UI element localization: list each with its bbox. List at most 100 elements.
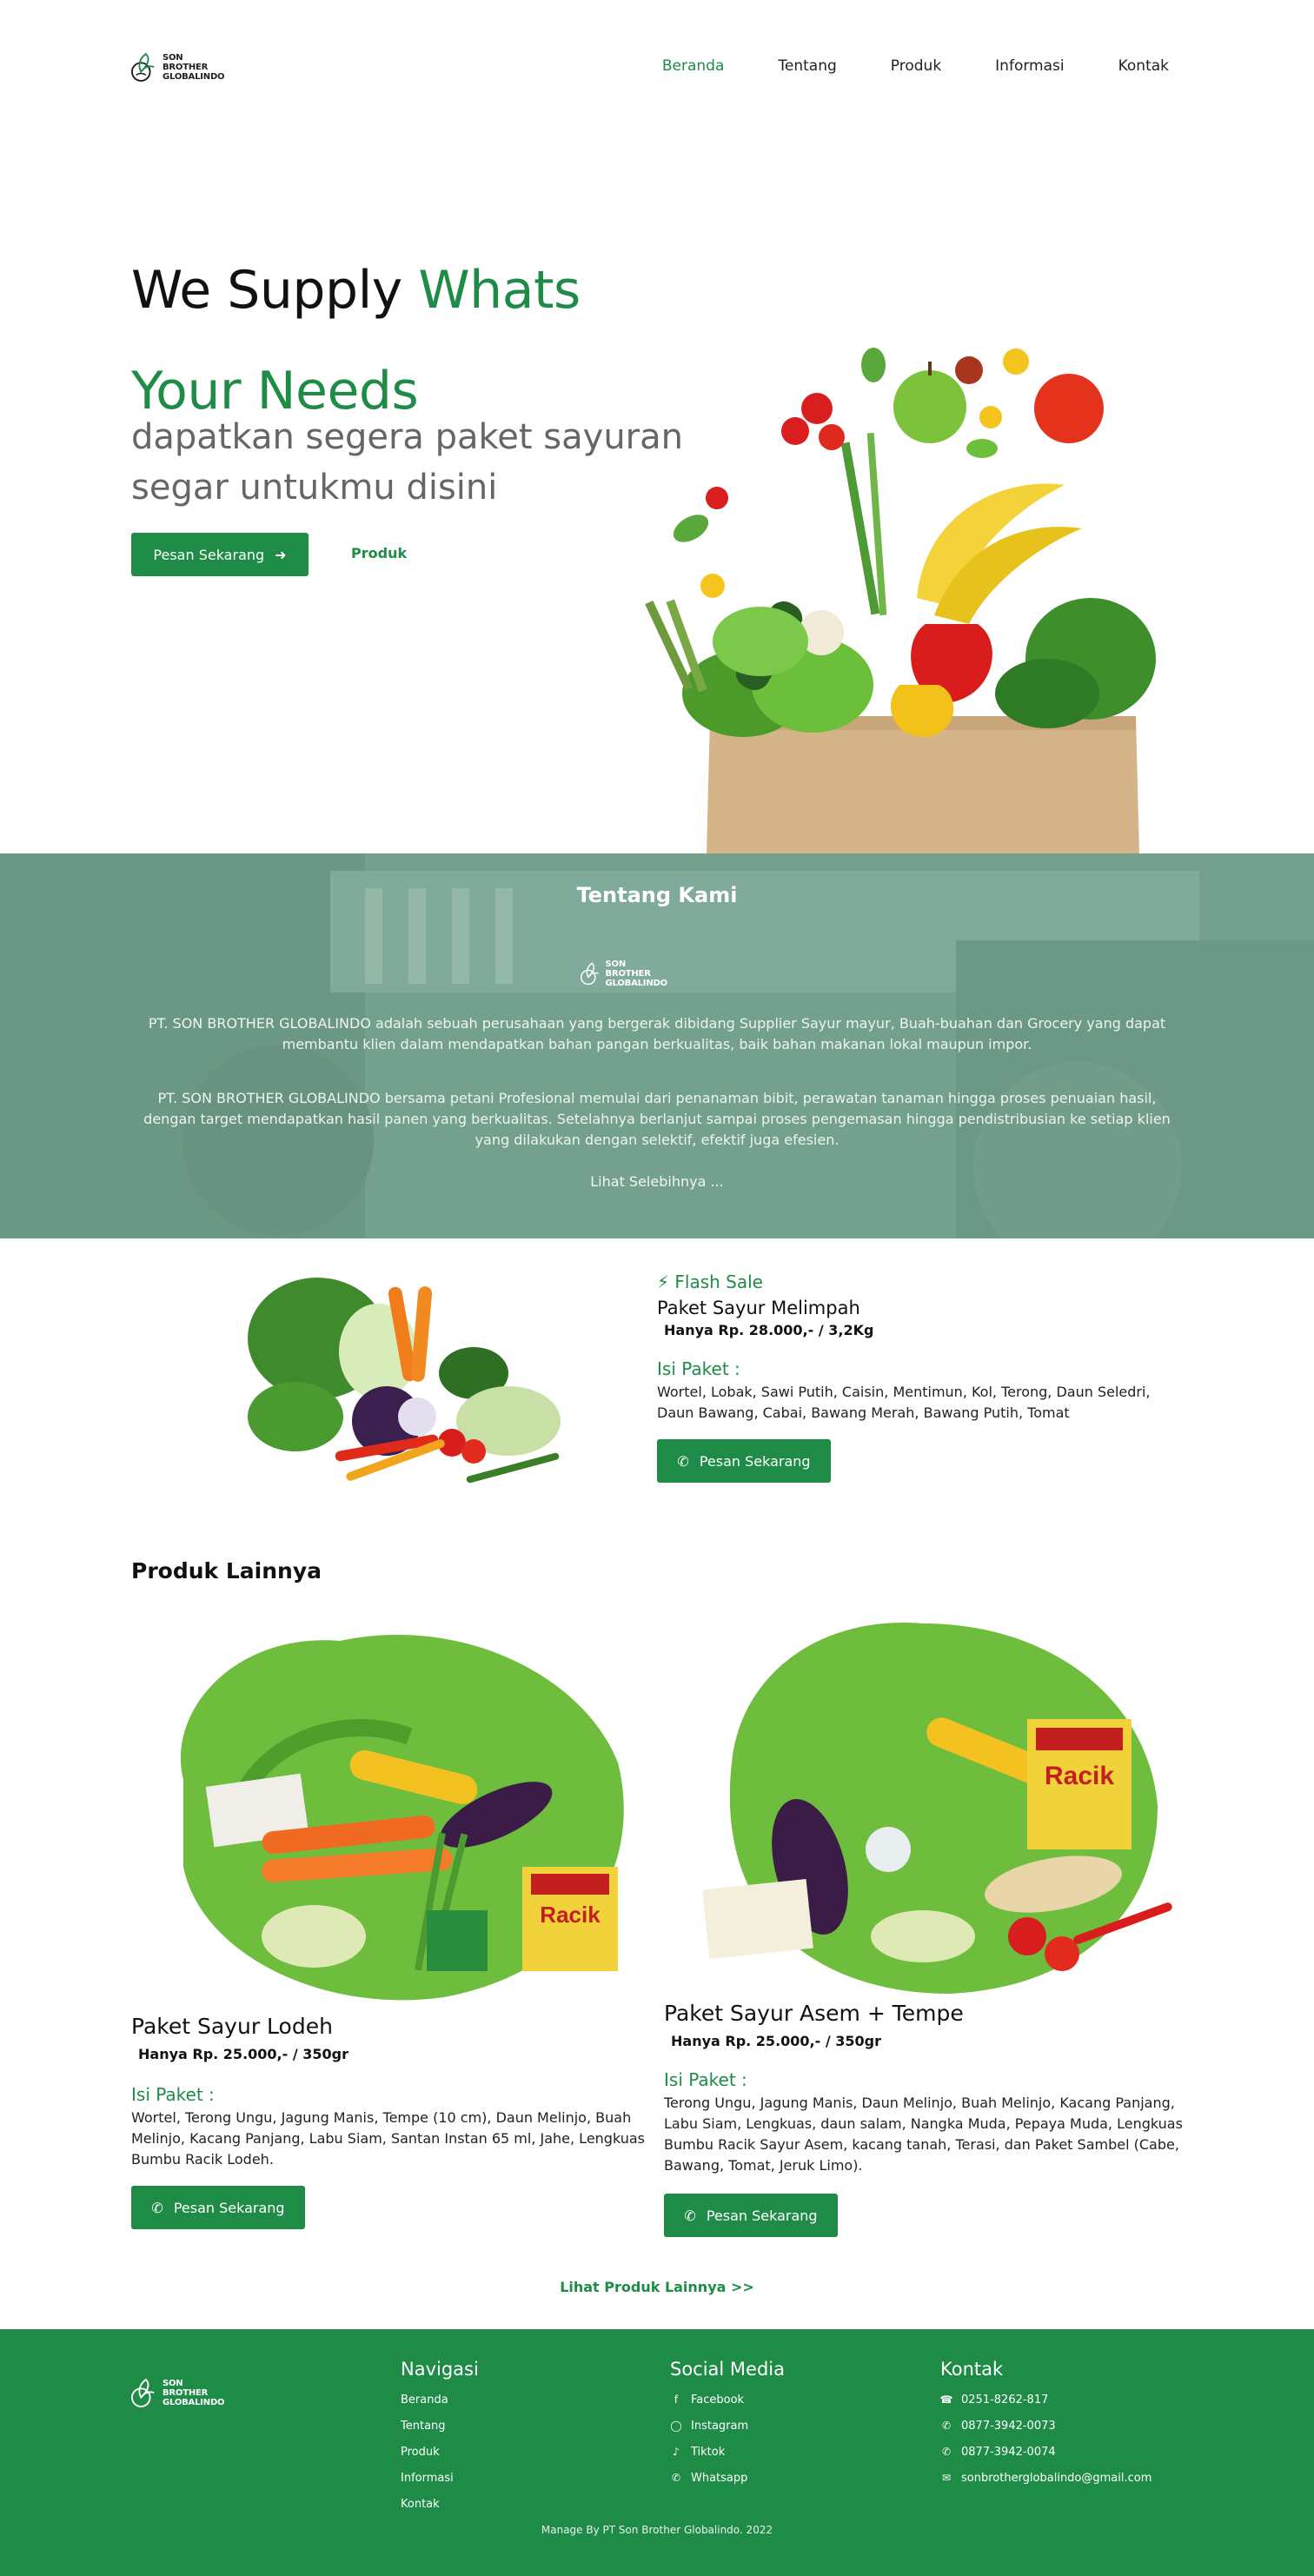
lightning-bolt-icon: ⚡	[657, 1271, 670, 1292]
product-2-price: Hanya Rp. 25.000,- / 350gr	[671, 2033, 881, 2049]
instagram-icon: ◯	[670, 2420, 682, 2432]
flash-sale-order-button[interactable]: ✆ Pesan Sekarang	[657, 1439, 831, 1483]
whatsapp-icon: ✆	[677, 1452, 689, 1470]
leaf-logo-icon	[581, 962, 599, 986]
racik-pack-label: Racik	[540, 1902, 601, 1928]
nav-link-produk[interactable]: Produk	[891, 57, 941, 75]
flash-sale-isi-label: Isi Paket :	[657, 1358, 740, 1379]
product-2-order-label: Pesan Sekarang	[706, 2207, 818, 2224]
about-title: Tentang Kami	[576, 883, 738, 907]
footer-social-facebook-label: Facebook	[691, 2393, 745, 2407]
brand-name-line1: SON BROTHER	[163, 52, 209, 72]
about-section: Tentang Kami SON BROTHER GLOBALINDO PT. …	[0, 853, 1314, 1238]
flash-sale-vegetables-image	[248, 1278, 561, 1484]
footer-nav-informasi[interactable]: Informasi	[401, 2465, 479, 2491]
product-2-name: Paket Sayur Asem + Tempe	[664, 2001, 964, 2026]
hero-products-link[interactable]: Produk	[351, 545, 407, 561]
hero-title-part1: We Supply	[131, 260, 419, 321]
hero-order-button[interactable]: Pesan Sekarang ➜	[131, 533, 309, 576]
flash-sale-order-label: Pesan Sekarang	[699, 1452, 811, 1470]
footer-contact-whatsapp-1-label: 0877-3942-0073	[961, 2419, 1056, 2433]
about-paragraph-1: PT. SON BROTHER GLOBALINDO adalah sebuah…	[148, 1015, 1166, 1052]
footer-social-facebook[interactable]: f Facebook	[670, 2387, 785, 2413]
hero-title: We Supply Whats Your Needs	[131, 262, 687, 419]
footer-social-instagram-label: Instagram	[691, 2419, 749, 2433]
footer-social-column: Social Media f Facebook ◯ Instagram ♪ Ti…	[670, 2359, 785, 2491]
flash-sale-tag: ⚡ Flash Sale	[657, 1271, 763, 1292]
whatsapp-icon: ✆	[671, 2472, 681, 2484]
product-2-order-button[interactable]: ✆ Pesan Sekarang	[664, 2194, 838, 2237]
footer-social-title: Social Media	[670, 2359, 786, 2380]
tiktok-icon: ♪	[673, 2446, 680, 2458]
footer-contact-phone[interactable]: ☎ 0251-8262-817	[940, 2387, 1151, 2413]
whatsapp-icon: ✆	[941, 2446, 952, 2458]
sayur-lodeh-image: Racik	[180, 1634, 624, 2001]
product-1-order-button[interactable]: ✆ Pesan Sekarang	[131, 2186, 305, 2229]
footer-nav-produk[interactable]: Produk	[401, 2439, 479, 2465]
footer-contact-whatsapp-2-label: 0877-3942-0074	[961, 2445, 1056, 2459]
brand-name-line2: GLOBALINDO	[163, 71, 225, 82]
footer-contact-whatsapp-2[interactable]: ✆ 0877-3942-0074	[940, 2439, 1151, 2465]
arrow-right-icon: ➜	[275, 546, 287, 563]
footer-social-instagram[interactable]: ◯ Instagram	[670, 2413, 785, 2439]
other-products-title: Produk Lainnya	[131, 1558, 322, 1583]
whatsapp-icon: ✆	[684, 2207, 696, 2224]
hero-title-part2: Whats	[418, 260, 581, 321]
flash-sale-label: Flash Sale	[674, 1271, 763, 1292]
product-1-isi-label: Isi Paket :	[131, 2084, 215, 2105]
footer-nav-kontak[interactable]: Kontak	[401, 2491, 479, 2517]
about-read-more-link[interactable]: Lihat Selebihnya ...	[0, 1173, 1314, 1190]
product-2-contents: Terong Ungu, Jagung Manis, Daun Melinjo,…	[664, 2095, 1183, 2174]
whatsapp-icon: ✆	[151, 2199, 163, 2216]
facebook-icon: f	[674, 2393, 679, 2406]
footer-contact-email[interactable]: ✉ sonbrotherglobalindo@gmail.com	[940, 2465, 1151, 2491]
product-1-contents: Wortel, Terong Ungu, Jagung Manis, Tempe…	[131, 2109, 646, 2168]
footer-social-tiktok[interactable]: ♪ Tiktok	[670, 2439, 785, 2465]
more-products-link[interactable]: Lihat Produk Lainnya >>	[0, 2279, 1314, 2295]
nav-link-kontak[interactable]: Kontak	[1118, 57, 1169, 75]
whatsapp-icon: ✆	[941, 2420, 952, 2432]
footer-contact-title: Kontak	[940, 2359, 1004, 2380]
footer-nav-column: Navigasi Beranda Tentang Produk Informas…	[401, 2359, 479, 2517]
top-navbar: SON BROTHER GLOBALINDO Beranda Tentang P…	[0, 0, 1314, 139]
footer-nav-title: Navigasi	[401, 2359, 479, 2380]
leaf-logo-icon	[131, 52, 155, 82]
racik-pack-label: Racik	[1045, 1762, 1114, 1790]
sayur-asem-tempe-image: Racik	[702, 1623, 1172, 1994]
main-menu: Beranda Tentang Produk Informasi Kontak	[662, 57, 1169, 75]
footer-logo[interactable]: SON BROTHER GLOBALINDO	[131, 2371, 227, 2414]
footer-social-whatsapp-label: Whatsapp	[691, 2471, 748, 2485]
footer-brand-line2: GLOBALINDO	[163, 2397, 225, 2407]
footer-brand-line1: SON BROTHER	[163, 2378, 209, 2398]
about-logo: SON BROTHER GLOBALINDO	[581, 953, 667, 994]
footer-contact-column: Kontak ☎ 0251-8262-817 ✆ 0877-3942-0073 …	[940, 2359, 1152, 2491]
nav-link-informasi[interactable]: Informasi	[995, 57, 1064, 75]
footer-social-tiktok-label: Tiktok	[691, 2445, 726, 2459]
product-1-name: Paket Sayur Lodeh	[131, 2014, 333, 2039]
product-1-order-label: Pesan Sekarang	[173, 2199, 285, 2216]
footer-contact-phone-label: 0251-8262-817	[961, 2393, 1049, 2407]
leaf-logo-icon	[131, 2378, 155, 2407]
footer-nav-beranda[interactable]: Beranda	[401, 2387, 479, 2413]
brand-logo[interactable]: SON BROTHER GLOBALINDO	[131, 45, 227, 89]
nav-link-tentang[interactable]: Tentang	[778, 57, 836, 75]
product-1-price: Hanya Rp. 25.000,- / 350gr	[138, 2046, 348, 2062]
flash-sale-price: Hanya Rp. 28.000,- / 3,2Kg	[664, 1322, 874, 1338]
flash-sale-product-name: Paket Sayur Melimpah	[657, 1298, 860, 1318]
site-footer: SON BROTHER GLOBALINDO Navigasi Beranda …	[0, 2329, 1314, 2576]
about-brand-line2: GLOBALINDO	[605, 978, 668, 988]
footer-contact-whatsapp-1[interactable]: ✆ 0877-3942-0073	[940, 2413, 1151, 2439]
flash-sale-contents: Wortel, Lobak, Sawi Putih, Caisin, Menti…	[657, 1384, 1151, 1421]
about-brand-line1: SON BROTHER	[605, 959, 651, 979]
phone-icon: ☎	[939, 2393, 953, 2406]
hero-title-line2: Your Needs	[131, 361, 419, 422]
footer-nav-tentang[interactable]: Tentang	[401, 2413, 479, 2439]
footer-contact-email-label: sonbrotherglobalindo@gmail.com	[961, 2471, 1152, 2485]
vegetable-bag-image	[645, 348, 1156, 853]
hero-order-label: Pesan Sekarang	[153, 546, 265, 563]
about-paragraph-2: PT. SON BROTHER GLOBALINDO bersama petan…	[143, 1090, 1171, 1148]
nav-link-beranda[interactable]: Beranda	[662, 57, 725, 75]
footer-social-whatsapp[interactable]: ✆ Whatsapp	[670, 2465, 785, 2491]
envelope-icon: ✉	[941, 2472, 952, 2484]
hero-subtitle: dapatkan segera paket sayuran segar untu…	[131, 417, 683, 508]
